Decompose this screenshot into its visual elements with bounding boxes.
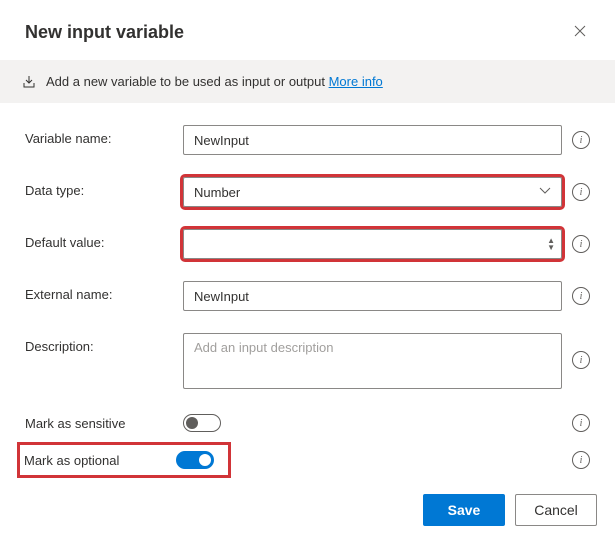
label-mark-sensitive: Mark as sensitive xyxy=(25,416,173,431)
description-textarea[interactable] xyxy=(183,333,562,389)
info-icon[interactable]: i xyxy=(572,183,590,201)
default-value-input[interactable]: ▲ ▼ xyxy=(183,229,562,259)
more-info-link[interactable]: More info xyxy=(329,74,383,89)
info-icon[interactable]: i xyxy=(572,235,590,253)
external-name-input[interactable] xyxy=(183,281,562,311)
save-button[interactable]: Save xyxy=(423,494,505,526)
banner-text: Add a new variable to be used as input o… xyxy=(46,74,383,89)
row-data-type: Data type: Number i xyxy=(25,177,590,207)
new-input-variable-dialog: New input variable Add a new variable to… xyxy=(0,0,615,498)
info-icon[interactable]: i xyxy=(572,131,590,149)
row-mark-sensitive: Mark as sensitive i xyxy=(25,414,590,432)
close-button[interactable] xyxy=(570,20,590,44)
row-mark-optional: Mark as optional i xyxy=(25,450,590,470)
label-default-value: Default value: xyxy=(25,229,173,250)
cancel-button[interactable]: Cancel xyxy=(515,494,597,526)
toggle-knob xyxy=(186,417,198,429)
data-type-value: Number xyxy=(194,185,240,200)
row-description: Description: i xyxy=(25,333,590,392)
toggle-knob xyxy=(199,454,211,466)
label-external-name: External name: xyxy=(25,281,173,302)
label-mark-optional: Mark as optional xyxy=(24,453,176,468)
label-description: Description: xyxy=(25,333,173,354)
row-external-name: External name: i xyxy=(25,281,590,311)
info-icon[interactable]: i xyxy=(572,351,590,369)
info-icon[interactable]: i xyxy=(572,414,590,432)
label-variable-name: Variable name: xyxy=(25,125,173,146)
row-default-value: Default value: ▲ ▼ i xyxy=(25,229,590,259)
variable-name-input[interactable] xyxy=(183,125,562,155)
mark-optional-toggle[interactable] xyxy=(176,451,214,469)
data-type-select[interactable]: Number xyxy=(183,177,562,207)
dialog-footer: Save Cancel xyxy=(423,494,597,526)
row-variable-name: Variable name: i xyxy=(25,125,590,155)
import-icon xyxy=(22,75,36,89)
mark-sensitive-toggle[interactable] xyxy=(183,414,221,432)
dialog-header: New input variable xyxy=(0,0,615,60)
chevron-down-icon xyxy=(539,186,551,198)
info-icon[interactable]: i xyxy=(572,287,590,305)
info-banner: Add a new variable to be used as input o… xyxy=(0,60,615,103)
form-body: Variable name: i Data type: Number i Def… xyxy=(0,103,615,498)
mark-optional-highlight: Mark as optional xyxy=(17,442,231,478)
spinner-down-icon: ▼ xyxy=(547,244,555,251)
dialog-title: New input variable xyxy=(25,22,184,43)
close-icon xyxy=(574,24,586,40)
number-spinner[interactable]: ▲ ▼ xyxy=(547,237,555,251)
info-icon[interactable]: i xyxy=(572,451,590,469)
label-data-type: Data type: xyxy=(25,177,173,198)
